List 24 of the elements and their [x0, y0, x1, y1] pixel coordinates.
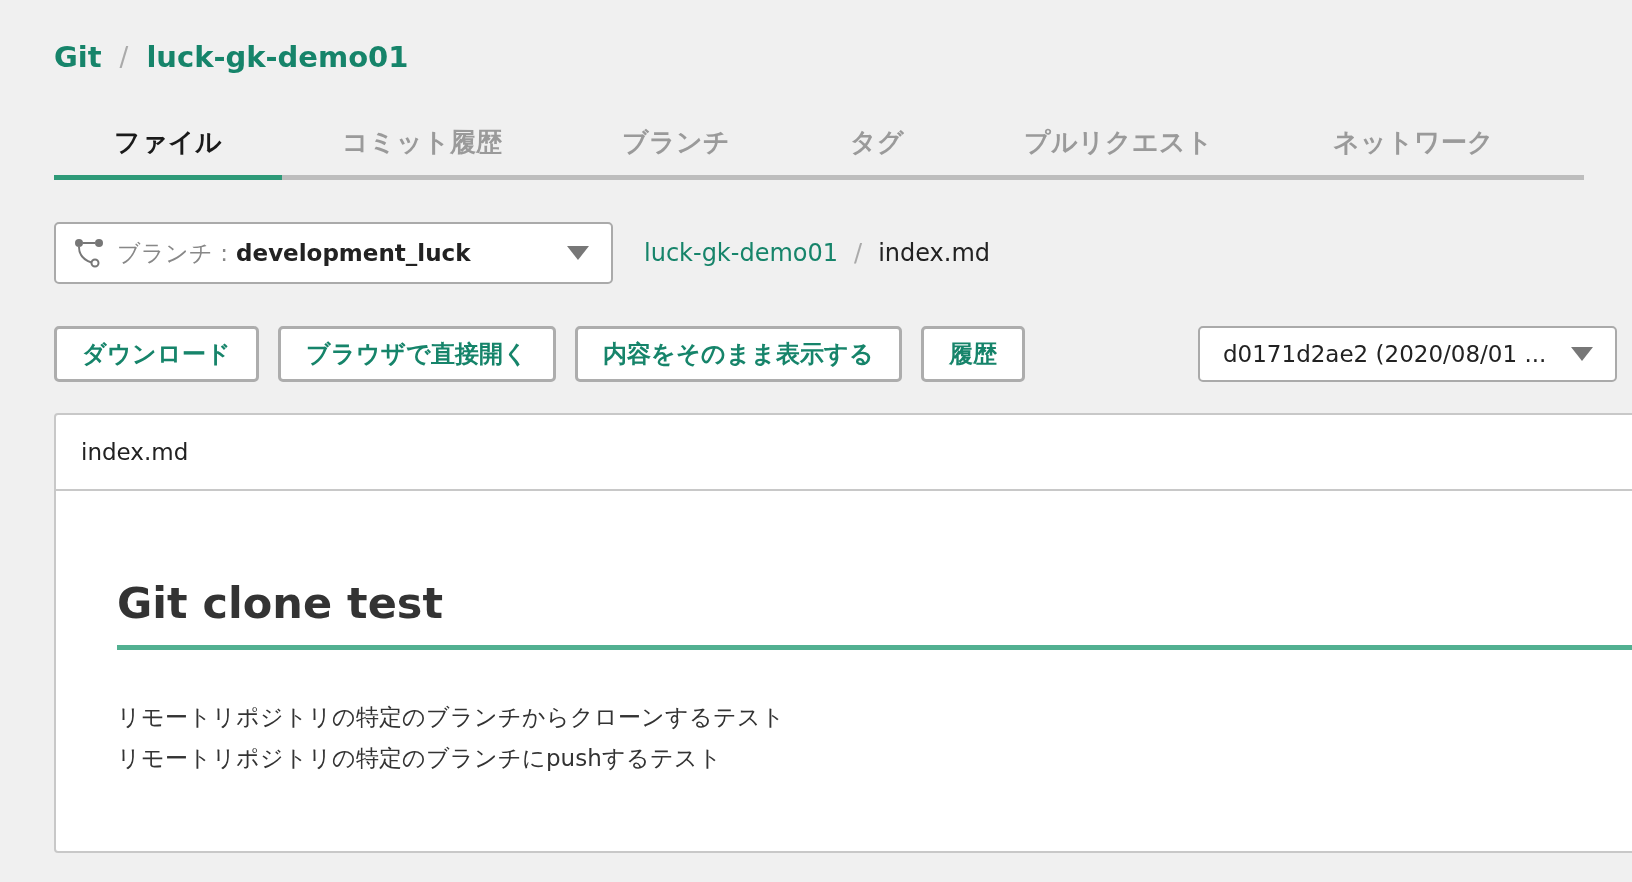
path-separator: / [854, 239, 863, 267]
action-button[interactable]: 内容をそのまま表示する [575, 326, 902, 382]
commit-dropdown[interactable]: d0171d2ae2 (2020/08/01 ... [1198, 326, 1617, 382]
file-name: index.md [81, 439, 189, 465]
markdown-heading: Git clone test [117, 575, 1632, 650]
markdown-paragraph: リモートリポジトリの特定のブランチからクローンするテスト リモートリポジトリの特定のブランチにpushするテスト [117, 703, 786, 773]
current-file-name: index.md [878, 239, 991, 267]
breadcrumb-link[interactable]: luck-gk-demo01 [146, 40, 409, 74]
tab[interactable]: プルリクエスト [964, 123, 1273, 180]
caret-icon [567, 246, 589, 260]
action-button[interactable]: ダウンロード [54, 326, 259, 382]
action-button[interactable]: ブラウザで直接開く [278, 326, 556, 382]
action-button[interactable]: 履歴 [921, 326, 1025, 382]
branch-dropdown[interactable]: ブランチ : development_luck [54, 222, 613, 284]
tab[interactable]: タグ [790, 123, 964, 180]
tab[interactable]: コミット履歴 [282, 123, 562, 180]
tab[interactable]: ファイル [54, 123, 282, 180]
branch-icon [74, 238, 104, 268]
tab[interactable]: ブランチ [562, 123, 790, 180]
tab[interactable]: ネットワーク [1273, 123, 1554, 180]
path-link[interactable]: luck-gk-demo01 [644, 239, 839, 267]
breadcrumb-separator: / [119, 42, 129, 72]
breadcrumb-link[interactable]: Git [54, 40, 102, 74]
caret-icon [1571, 347, 1593, 361]
